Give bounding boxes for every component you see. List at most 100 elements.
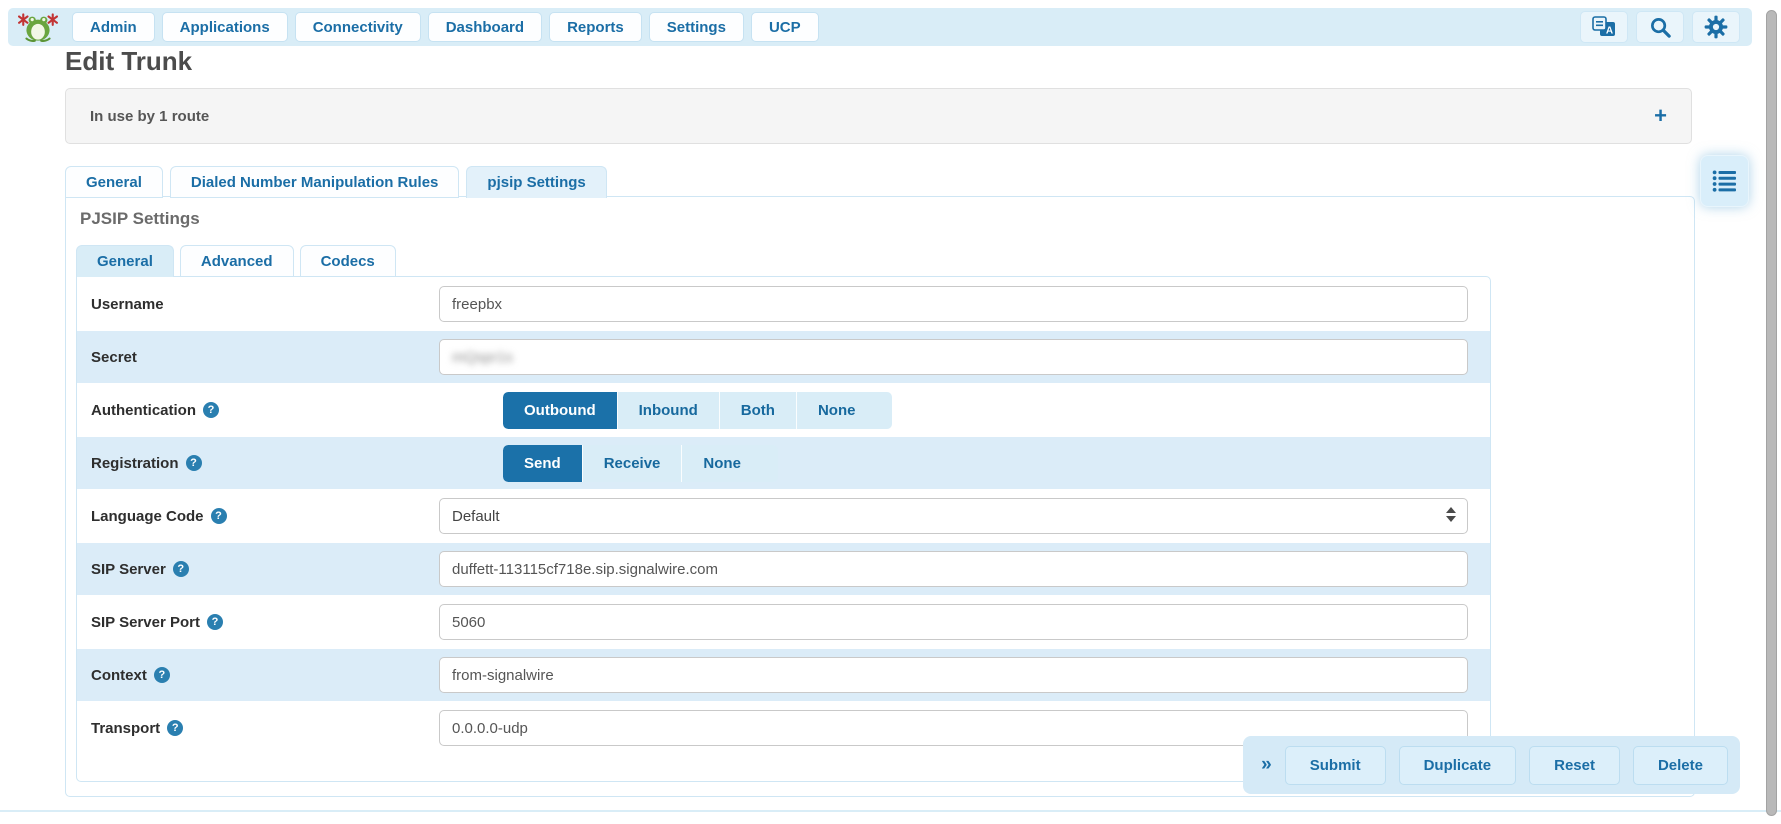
freepbx-admin-page: Admin Applications Connectivity Dashboar…: [0, 0, 1781, 824]
field-label: Authentication ?: [91, 402, 439, 419]
field-control: mQspr1s: [439, 339, 1480, 375]
field-label: Context ?: [91, 667, 439, 684]
secret-value-blurred: mQspr1s: [452, 349, 513, 366]
form-row-secret: Secret mQspr1s: [77, 331, 1490, 384]
svg-text:A: A: [1606, 26, 1613, 37]
pjsip-settings-panel: PJSIP Settings General Advanced Codecs U…: [65, 196, 1695, 797]
authentication-option-outbound[interactable]: Outbound: [503, 392, 617, 429]
sip-server-input[interactable]: [439, 551, 1468, 587]
top-navbar: Admin Applications Connectivity Dashboar…: [8, 8, 1752, 46]
footer-divider: [0, 810, 1781, 812]
context-input[interactable]: [439, 657, 1468, 693]
nav-item-dashboard[interactable]: Dashboard: [428, 12, 542, 42]
sip-server-port-input[interactable]: [439, 604, 1468, 640]
form-row-language-code: Language Code ? Default: [77, 490, 1490, 543]
registration-option-send[interactable]: Send: [503, 445, 582, 482]
page-title: Edit Trunk: [65, 46, 192, 77]
reset-button[interactable]: Reset: [1529, 746, 1620, 785]
username-input[interactable]: [439, 286, 1468, 322]
field-control: [439, 286, 1480, 322]
authentication-label: Authentication: [91, 402, 196, 419]
select-stepper-icon: [1446, 507, 1456, 522]
form-row-registration: Registration ? Send Receive None: [77, 437, 1490, 490]
submit-button[interactable]: Submit: [1285, 746, 1386, 785]
search-button[interactable]: [1636, 11, 1684, 43]
field-label: Language Code ?: [91, 508, 439, 525]
username-label: Username: [91, 296, 164, 313]
authentication-option-both[interactable]: Both: [719, 392, 796, 429]
search-icon: [1649, 16, 1672, 39]
nav-item-settings[interactable]: Settings: [649, 12, 744, 42]
section-heading: PJSIP Settings: [80, 209, 1682, 229]
field-label: Secret: [91, 349, 439, 366]
nav-item-reports[interactable]: Reports: [549, 12, 642, 42]
duplicate-button[interactable]: Duplicate: [1399, 746, 1517, 785]
subtab-advanced[interactable]: Advanced: [180, 245, 294, 277]
field-control: [439, 604, 1480, 640]
field-label: SIP Server Port ?: [91, 614, 439, 631]
subtab-general[interactable]: General: [76, 245, 174, 277]
nav-item-ucp[interactable]: UCP: [751, 12, 819, 42]
field-label: Username: [91, 296, 439, 313]
language-code-label: Language Code: [91, 508, 204, 525]
field-label: Transport ?: [91, 720, 439, 737]
authentication-option-none[interactable]: None: [796, 392, 877, 429]
side-list-toggle-button[interactable]: [1700, 155, 1749, 207]
field-control: Default: [439, 498, 1480, 534]
transport-label: Transport: [91, 720, 160, 737]
registration-option-none[interactable]: None: [681, 445, 762, 482]
secret-label: Secret: [91, 349, 137, 366]
help-icon[interactable]: ?: [173, 561, 189, 577]
nav-item-applications[interactable]: Applications: [162, 12, 288, 42]
tab-pjsip-settings[interactable]: pjsip Settings: [466, 166, 606, 198]
language-code-select[interactable]: Default: [439, 498, 1468, 534]
field-control: Outbound Inbound Both None: [439, 392, 1480, 429]
freepbx-frog-logo[interactable]: [16, 11, 60, 43]
nav-menu: Admin Applications Connectivity Dashboar…: [72, 12, 819, 42]
help-icon[interactable]: ?: [154, 667, 170, 683]
registration-label: Registration: [91, 455, 179, 472]
language-code-selected-value: Default: [452, 508, 500, 525]
sip-server-label: SIP Server: [91, 561, 166, 578]
nav-item-connectivity[interactable]: Connectivity: [295, 12, 421, 42]
list-icon: [1712, 169, 1738, 193]
form-row-username: Username: [77, 278, 1490, 331]
help-icon[interactable]: ?: [203, 402, 219, 418]
field-control: Send Receive None: [439, 445, 1480, 482]
form-row-context: Context ?: [77, 649, 1490, 702]
in-use-collapsible-panel[interactable]: In use by 1 route +: [65, 88, 1692, 144]
language-translate-button[interactable]: A: [1580, 11, 1628, 43]
in-use-text: In use by 1 route: [90, 108, 209, 125]
trunk-tabs: General Dialed Number Manipulation Rules…: [65, 166, 607, 198]
help-icon[interactable]: ?: [167, 720, 183, 736]
page-scrollbar[interactable]: [1766, 10, 1778, 816]
context-label: Context: [91, 667, 147, 684]
help-icon[interactable]: ?: [207, 614, 223, 630]
translate-icon: A: [1591, 15, 1617, 39]
tab-dialed-number-manipulation-rules[interactable]: Dialed Number Manipulation Rules: [170, 166, 460, 198]
tab-general[interactable]: General: [65, 166, 163, 198]
registration-option-receive[interactable]: Receive: [582, 445, 682, 482]
secret-input[interactable]: mQspr1s: [439, 339, 1468, 375]
pjsip-general-form: Username Secret mQspr1s: [76, 276, 1491, 782]
expand-plus-icon[interactable]: +: [1654, 105, 1667, 127]
settings-gear-button[interactable]: [1692, 11, 1740, 43]
sip-server-port-label: SIP Server Port: [91, 614, 200, 631]
subtab-codecs[interactable]: Codecs: [300, 245, 396, 277]
field-control: [439, 551, 1480, 587]
help-icon[interactable]: ?: [211, 508, 227, 524]
authentication-buttonset: Outbound Inbound Both None: [503, 392, 892, 429]
pjsip-sub-tabs: General Advanced Codecs: [76, 245, 1682, 277]
gear-icon: [1704, 15, 1728, 39]
field-label: SIP Server ?: [91, 561, 439, 578]
scrollbar-thumb[interactable]: [1766, 10, 1777, 816]
collapse-actions-chevron[interactable]: »: [1261, 754, 1272, 776]
authentication-option-inbound[interactable]: Inbound: [617, 392, 719, 429]
field-label: Registration ?: [91, 455, 439, 472]
field-control: [439, 657, 1480, 693]
nav-item-admin[interactable]: Admin: [72, 12, 155, 42]
nav-utility-buttons: A: [1580, 11, 1740, 43]
form-row-sip-server-port: SIP Server Port ?: [77, 596, 1490, 649]
delete-button[interactable]: Delete: [1633, 746, 1728, 785]
help-icon[interactable]: ?: [186, 455, 202, 471]
